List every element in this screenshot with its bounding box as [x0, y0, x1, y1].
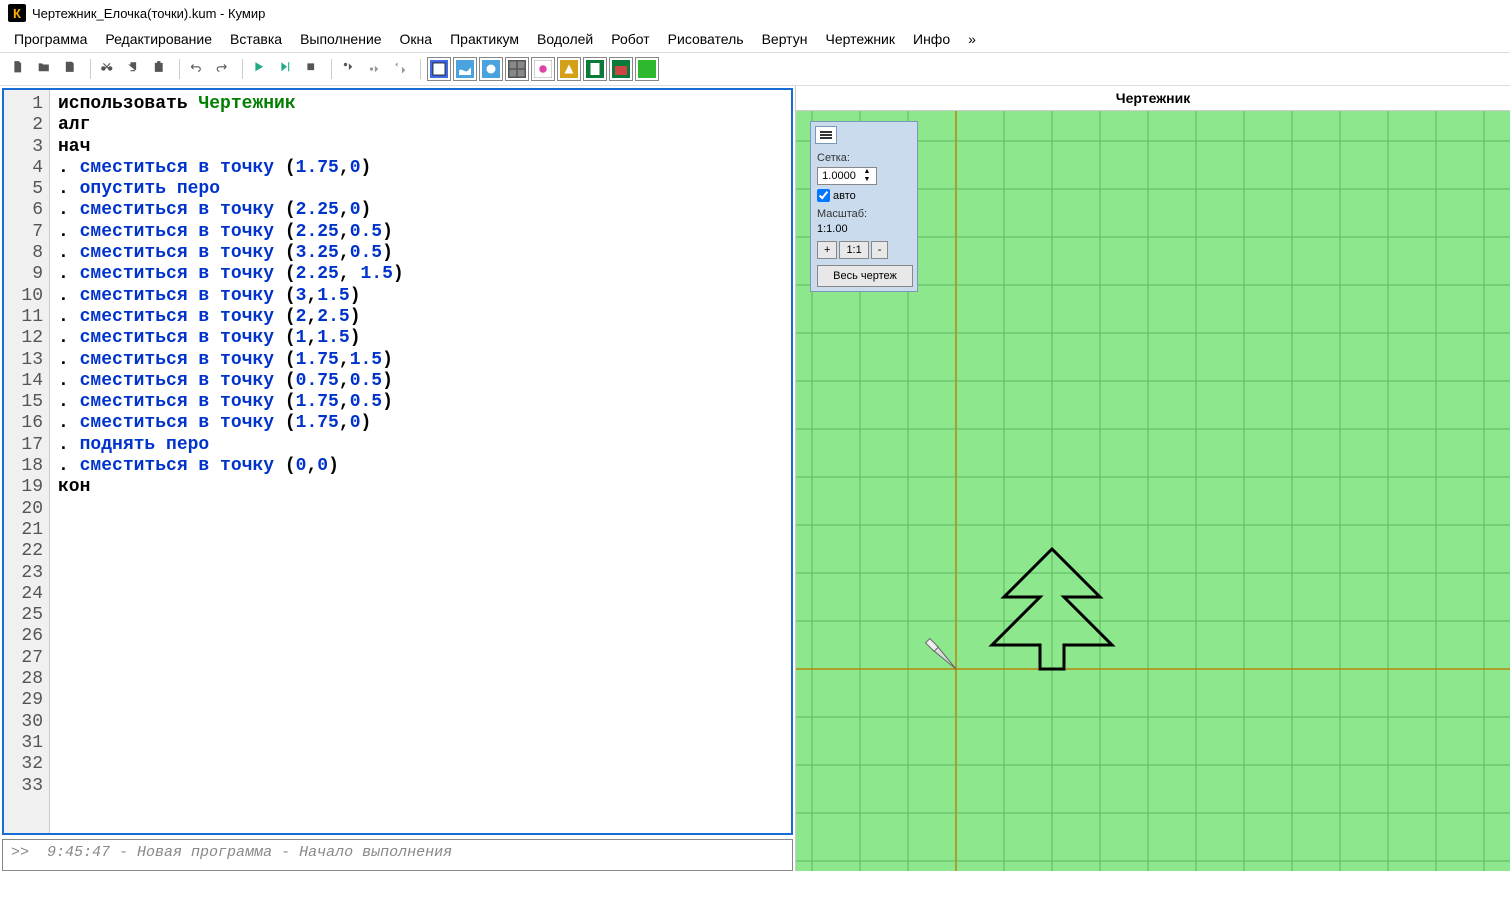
- scale-value: 1:1.00: [817, 223, 911, 235]
- auto-checkbox[interactable]: [817, 189, 830, 202]
- pict-tool-icon[interactable]: [427, 57, 451, 81]
- auto-label: авто: [833, 190, 856, 202]
- canvas-pane: Чертежник Сетка: ▲▼ авто: [795, 86, 1510, 871]
- save-file-icon[interactable]: [60, 57, 84, 81]
- undo-icon[interactable]: [186, 57, 210, 81]
- menu-3[interactable]: Выполнение: [292, 28, 389, 50]
- new-file-icon[interactable]: [8, 57, 32, 81]
- full-drawing-button[interactable]: Весь чертеж: [817, 265, 913, 287]
- console-prompt: >>: [11, 844, 29, 861]
- field3-tool-icon[interactable]: [635, 57, 659, 81]
- copy-icon[interactable]: [123, 57, 147, 81]
- line-gutter: 1234567891011121314151617181920212223242…: [4, 90, 50, 833]
- menu-4[interactable]: Окна: [392, 28, 441, 50]
- cut-icon[interactable]: [97, 57, 121, 81]
- cherteznik-tool-icon[interactable]: [557, 57, 581, 81]
- step-out-icon[interactable]: [390, 57, 414, 81]
- robot-tool-icon[interactable]: [479, 57, 503, 81]
- vodoley-tool-icon[interactable]: [453, 57, 477, 81]
- field2-tool-icon[interactable]: [609, 57, 633, 81]
- menu-9[interactable]: Вертун: [754, 28, 816, 50]
- menu-1[interactable]: Редактирование: [97, 28, 220, 50]
- stop-icon[interactable]: [301, 57, 325, 81]
- run-step-icon[interactable]: [275, 57, 299, 81]
- scale-label: Масштаб:: [817, 208, 911, 220]
- app-icon: К: [8, 4, 26, 22]
- window-title: Чертежник_Елочка(точки).kum - Кумир: [32, 6, 265, 21]
- grid-size-input[interactable]: ▲▼: [817, 167, 877, 185]
- grid-label: Сетка:: [817, 152, 911, 164]
- hamburger-icon[interactable]: [815, 126, 837, 144]
- menu-6[interactable]: Водолей: [529, 28, 601, 50]
- menubar: ПрограммаРедактированиеВставкаВыполнение…: [0, 26, 1510, 52]
- menu-12[interactable]: »: [960, 28, 984, 50]
- code-editor[interactable]: использовать Чертежникалгнач. сместиться…: [50, 90, 791, 833]
- run-icon[interactable]: [249, 57, 273, 81]
- toolbar: [0, 52, 1510, 86]
- turtle-tool-icon[interactable]: [531, 57, 555, 81]
- menu-0[interactable]: Программа: [6, 28, 95, 50]
- canvas-area[interactable]: Сетка: ▲▼ авто Масштаб: 1:1.00 + 1:1 -: [796, 111, 1510, 871]
- canvas-controls: Сетка: ▲▼ авто Масштаб: 1:1.00 + 1:1 -: [810, 121, 918, 292]
- zoom-out-button[interactable]: -: [871, 241, 889, 259]
- step-over-icon[interactable]: [364, 57, 388, 81]
- console-output[interactable]: >> 9:45:47 - Новая программа - Начало вы…: [2, 839, 793, 871]
- zoom-in-button[interactable]: +: [817, 241, 837, 259]
- spin-up-icon[interactable]: ▲: [860, 168, 874, 176]
- console-text: 9:45:47 - Новая программа - Начало выпол…: [47, 844, 452, 861]
- redo-icon[interactable]: [212, 57, 236, 81]
- menu-11[interactable]: Инфо: [905, 28, 958, 50]
- grid-size-value[interactable]: [818, 168, 860, 184]
- editor-pane: 1234567891011121314151617181920212223242…: [0, 86, 795, 871]
- editor-frame[interactable]: 1234567891011121314151617181920212223242…: [2, 88, 793, 835]
- field1-tool-icon[interactable]: [583, 57, 607, 81]
- step-into-icon[interactable]: [338, 57, 362, 81]
- spin-down-icon[interactable]: ▼: [860, 176, 874, 184]
- open-file-icon[interactable]: [34, 57, 58, 81]
- paste-icon[interactable]: [149, 57, 173, 81]
- menu-2[interactable]: Вставка: [222, 28, 290, 50]
- menu-5[interactable]: Практикум: [442, 28, 527, 50]
- menu-10[interactable]: Чертежник: [817, 28, 903, 50]
- menu-8[interactable]: Рисователь: [660, 28, 752, 50]
- zoom-11-button[interactable]: 1:1: [839, 241, 868, 259]
- titlebar: К Чертежник_Елочка(точки).kum - Кумир: [0, 0, 1510, 26]
- menu-7[interactable]: Робот: [603, 28, 657, 50]
- draw-tool-icon[interactable]: [505, 57, 529, 81]
- canvas-title: Чертежник: [796, 86, 1510, 111]
